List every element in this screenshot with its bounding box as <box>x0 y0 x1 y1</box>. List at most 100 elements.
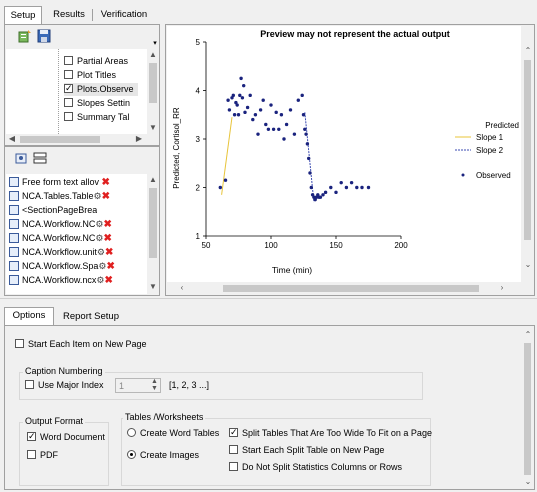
do-not-split-checkbox[interactable] <box>229 462 238 471</box>
gear-icon[interactable]: ⚙ <box>94 191 102 201</box>
observed-point <box>277 127 281 131</box>
delete-icon[interactable]: ✖ <box>104 275 112 286</box>
tree-item-partial-areas[interactable]: Partial Areas <box>64 55 128 68</box>
tree-item-summary-tables[interactable]: Summary Tal <box>64 111 129 124</box>
list-vertical-scrollbar[interactable]: ▲ ▼ <box>147 174 159 294</box>
scrollbar-thumb[interactable] <box>149 63 157 103</box>
list-item[interactable]: <SectionPageBrea <box>9 204 97 216</box>
tree-item-checkbox[interactable] <box>64 82 73 94</box>
tab-options[interactable]: Options <box>4 307 54 325</box>
word-document-checkbox[interactable] <box>27 430 36 442</box>
word-document-option[interactable]: Word Document <box>27 430 105 443</box>
start-each-split-option[interactable]: Start Each Split Table on New Page <box>229 445 384 456</box>
scrollbar-thumb[interactable] <box>149 188 157 258</box>
scroll-down-icon[interactable]: ⌄ <box>523 477 533 487</box>
chart-title: Preview may not represent the actual out… <box>260 29 450 39</box>
page-layout-icon[interactable] <box>33 151 47 165</box>
delete-icon[interactable]: ✖ <box>106 261 114 272</box>
list-item[interactable]: NCA.Workflow.unit⚙✖ <box>9 246 113 258</box>
scroll-down-icon[interactable]: ▼ <box>148 123 158 133</box>
split-tables-option[interactable]: Split Tables That Are Too Wide To Fit on… <box>229 426 432 439</box>
splitter[interactable] <box>0 298 537 302</box>
options-vertical-scrollbar[interactable]: ⌃ ⌄ <box>521 327 534 489</box>
scroll-up-icon[interactable]: ⌃ <box>523 46 533 56</box>
scroll-right-icon[interactable]: › <box>497 283 507 293</box>
y-tick-label: 3 <box>196 135 201 144</box>
delete-icon[interactable]: ✖ <box>105 247 113 258</box>
tab-setup[interactable]: Setup <box>4 6 42 24</box>
list-item[interactable]: Free form text allov ✖ <box>9 176 110 188</box>
scroll-up-icon[interactable]: ▲ <box>148 50 158 60</box>
panel-menu-arrow-icon[interactable]: ▾ <box>151 40 159 48</box>
x-axis-label: Time (min) <box>272 265 312 275</box>
create-word-tables-radio[interactable] <box>127 428 136 437</box>
tree-horizontal-scrollbar[interactable]: ◀ ▶ <box>6 134 147 145</box>
save-icon[interactable] <box>37 29 51 43</box>
create-word-tables-option[interactable]: Create Word Tables <box>127 428 219 439</box>
observed-point <box>238 93 242 98</box>
scrollbar-thumb[interactable] <box>223 285 479 292</box>
gear-icon[interactable]: ⚙ <box>97 247 105 257</box>
scrollbar-thumb[interactable] <box>20 136 100 143</box>
tab-results[interactable]: Results <box>48 6 90 24</box>
list-item[interactable]: NCA.Workflow.ncx⚙✖ <box>9 274 113 286</box>
observed-point <box>304 132 308 136</box>
split-tables-checkbox[interactable] <box>229 426 238 438</box>
do-not-split-option[interactable]: Do Not Split Statistics Columns or Rows <box>229 462 402 473</box>
scroll-down-icon[interactable]: ▼ <box>148 282 158 292</box>
tree-item-plots-observed[interactable]: Plots.Observe <box>64 82 138 96</box>
use-major-index-checkbox[interactable] <box>25 380 34 389</box>
tree-vertical-scrollbar[interactable]: ▲ ▼ <box>147 49 159 134</box>
major-index-stepper[interactable]: 1 ▲ ▼ <box>115 378 161 393</box>
x-tick-label: 50 <box>202 241 211 250</box>
list-item[interactable]: NCA.Tables.Table⚙✖ <box>9 190 110 202</box>
create-word-tables-label: Create Word Tables <box>140 428 220 438</box>
create-images-option[interactable]: Create Images <box>127 450 199 461</box>
observed-point <box>261 98 265 102</box>
scroll-down-icon[interactable]: ⌄ <box>523 260 533 270</box>
chart-slope-lines <box>221 112 315 203</box>
list-item[interactable]: NCA.Workflow.NC⚙✖ <box>9 232 112 244</box>
tab-report-setup[interactable]: Report Setup <box>60 309 122 325</box>
tree-item-slopes-settings[interactable]: Slopes Settin <box>64 97 130 110</box>
preview-vertical-scrollbar[interactable]: ⌃ ⌄ <box>521 26 534 282</box>
legend-observed-swatch <box>461 173 465 177</box>
scroll-up-icon[interactable]: ⌃ <box>523 330 533 340</box>
list-item[interactable]: NCA.Workflow.NC⚙✖ <box>9 218 112 230</box>
scroll-left-icon[interactable]: ‹ <box>177 283 187 293</box>
start-each-item-checkbox[interactable] <box>15 339 24 348</box>
delete-icon[interactable]: ✖ <box>102 177 110 188</box>
delete-icon[interactable]: ✖ <box>103 233 111 244</box>
scroll-left-icon[interactable]: ◀ <box>7 134 17 144</box>
tree-item-checkbox[interactable] <box>64 70 73 79</box>
start-each-split-checkbox[interactable] <box>229 445 238 454</box>
scrollbar-thumb[interactable] <box>524 343 531 475</box>
caption-numbering-title: Caption Numbering <box>23 366 105 377</box>
index-hint: [1, 2, 3 ...] <box>169 380 210 390</box>
stepper-down-icon[interactable]: ▼ <box>151 385 158 392</box>
scrollbar-thumb[interactable] <box>524 60 531 240</box>
pdf-option[interactable]: PDF <box>27 450 58 461</box>
use-major-index-option[interactable]: Use Major Index <box>25 380 104 391</box>
stepper-up-icon[interactable]: ▲ <box>151 378 158 385</box>
list-item[interactable]: NCA.Workflow.Spa⚙✖ <box>9 260 115 272</box>
tree-item-plot-titles[interactable]: Plot Titles <box>64 69 116 82</box>
observed-point <box>266 127 271 131</box>
create-images-radio[interactable] <box>127 450 136 459</box>
pdf-checkbox[interactable] <box>27 450 36 459</box>
tree-line <box>58 49 59 134</box>
tree-item-checkbox[interactable] <box>64 112 73 121</box>
add-item-icon[interactable] <box>18 29 32 43</box>
delete-icon[interactable]: ✖ <box>102 191 110 202</box>
top-tab-bar: Setup Results Verification <box>0 0 537 24</box>
delete-icon[interactable]: ✖ <box>103 219 111 230</box>
scroll-up-icon[interactable]: ▲ <box>148 175 158 185</box>
item-properties-icon[interactable] <box>14 151 28 165</box>
tree-item-checkbox[interactable] <box>64 98 73 107</box>
tree-item-checkbox[interactable] <box>64 56 73 65</box>
tab-verification[interactable]: Verification <box>96 6 152 24</box>
scroll-right-icon[interactable]: ▶ <box>134 134 144 144</box>
preview-horizontal-scrollbar[interactable]: ‹ › <box>167 282 521 295</box>
observed-point <box>309 185 313 190</box>
start-each-item-option[interactable]: Start Each Item on New Page <box>15 339 147 350</box>
